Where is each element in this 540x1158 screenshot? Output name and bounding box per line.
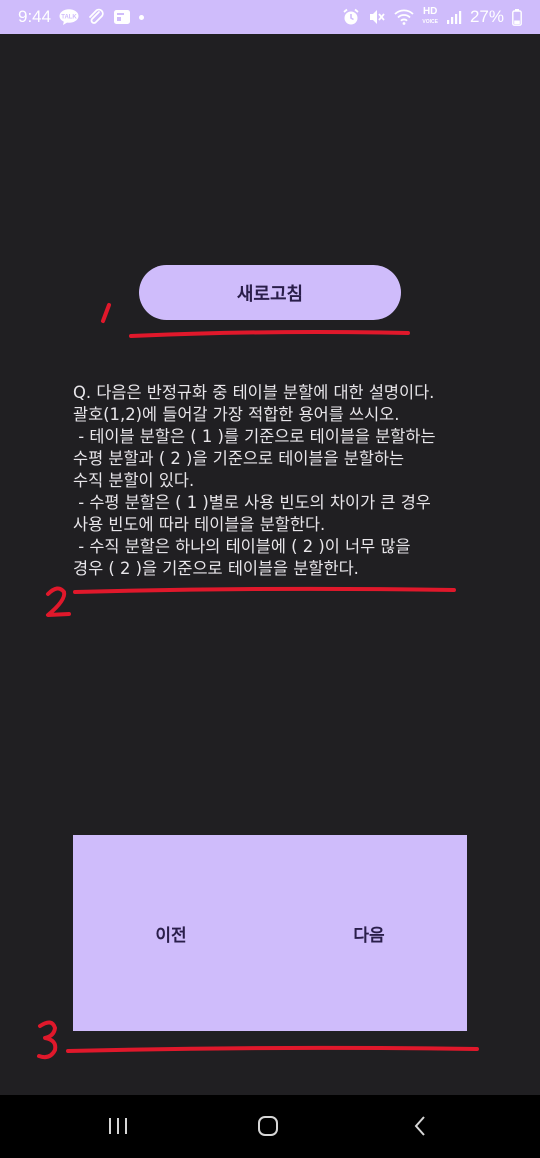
mute-icon	[368, 8, 386, 26]
battery-percent: 27%	[469, 7, 504, 26]
hd-label: HD	[422, 6, 438, 17]
signal-icon	[446, 10, 462, 24]
alarm-icon	[342, 8, 360, 26]
home-icon[interactable]	[248, 1111, 288, 1141]
system-navigation-bar	[0, 1095, 540, 1158]
status-left: 9:44 TALK	[18, 7, 145, 27]
back-icon[interactable]	[400, 1111, 440, 1141]
refresh-button[interactable]: 새로고침	[139, 265, 401, 320]
question-line: 수평 분할과 ( 2 )을 기준으로 테이블을 분할하는	[73, 449, 405, 468]
status-bar: 9:44 TALK HD VOICE 27%	[0, 0, 540, 34]
app-content: 새로고침 Q. 다음은 반정규화 중 테이블 분할에 대한 설명이다. 괄호(1…	[0, 34, 540, 1095]
talk-badge-text: TALK	[61, 14, 77, 20]
next-button[interactable]: 다음	[331, 915, 407, 951]
question-line: - 수평 분할은 ( 1 )별로 사용 빈도의 차이가 큰 경우	[73, 493, 431, 512]
question-line: - 테이블 분할은 ( 1 )를 기준으로 테이블을 분할하는	[73, 427, 436, 446]
navigation-panel: 이전 다음	[73, 835, 467, 1031]
paperclip-icon	[87, 8, 105, 26]
wifi-icon	[394, 9, 415, 25]
question-line: 사용 빈도에 따라 테이블을 분할한다.	[73, 515, 326, 534]
question-line: 수직 분할이 있다.	[73, 471, 195, 490]
question-line: 괄호(1,2)에 들어갈 가장 적합한 용어를 쓰시오.	[73, 405, 400, 424]
battery-icon	[512, 8, 522, 26]
kakaotalk-icon: TALK	[59, 9, 79, 25]
question-text: Q. 다음은 반정규화 중 테이블 분할에 대한 설명이다. 괄호(1,2)에 …	[73, 382, 493, 580]
previous-button[interactable]: 이전	[133, 915, 209, 951]
hd-voice-sub: VOICE	[422, 19, 438, 25]
question-line: 경우 ( 2 )을 기준으로 테이블을 분할한다.	[73, 559, 359, 578]
question-line: - 수직 분할은 하나의 테이블에 ( 2 )이 너무 많을	[73, 537, 411, 556]
status-right: HD VOICE 27%	[342, 7, 522, 27]
recent-apps-icon[interactable]	[98, 1111, 138, 1141]
photo-icon	[113, 9, 131, 25]
notification-dot-icon	[139, 14, 145, 20]
hd-voice-icon: HD VOICE	[422, 7, 438, 27]
question-line: Q. 다음은 반정규화 중 테이블 분할에 대한 설명이다.	[73, 383, 435, 402]
status-time: 9:44	[18, 7, 52, 26]
